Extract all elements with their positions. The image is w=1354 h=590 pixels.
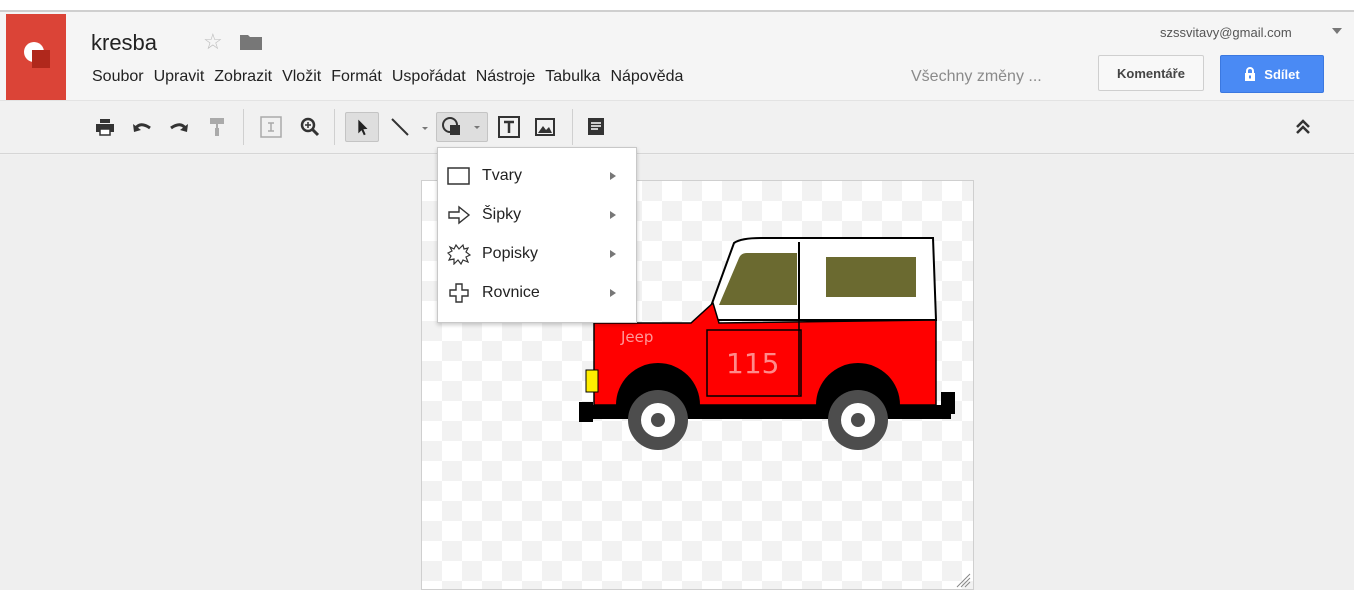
toolbar-separator	[334, 109, 335, 145]
save-status[interactable]: Všechny změny ...	[911, 68, 1042, 86]
shape-icon	[442, 117, 480, 135]
arrow-icon	[448, 205, 471, 225]
redo-icon[interactable]	[167, 112, 191, 142]
menu-tabulka[interactable]: Tabulka	[545, 68, 600, 86]
line-dropdown-icon[interactable]	[420, 112, 430, 142]
star-icon[interactable]: ☆	[203, 29, 223, 55]
document-title[interactable]: kresba	[91, 30, 157, 56]
submenu-arrow-icon	[610, 211, 616, 219]
plus-icon	[449, 283, 469, 303]
menu-nastroje[interactable]: Nástroje	[476, 68, 536, 86]
paint-format-icon[interactable]	[205, 112, 229, 142]
share-label: Sdílet	[1264, 66, 1300, 82]
comment-icon[interactable]	[584, 112, 608, 142]
shapes-menu-item-rovnice[interactable]: Rovnice	[438, 274, 636, 312]
zoom-icon[interactable]	[298, 112, 322, 142]
jeep-brand-text: Jeep	[620, 328, 653, 346]
fit-icon[interactable]	[257, 112, 285, 142]
menu-soubor[interactable]: Soubor	[92, 68, 144, 86]
shapes-menu-item-popisky[interactable]: Popisky	[438, 235, 636, 273]
jeep-number-text: 115	[726, 347, 779, 380]
textbox-icon[interactable]	[496, 112, 522, 142]
account-dropdown-icon[interactable]	[1332, 28, 1342, 34]
menu-zobrazit[interactable]: Zobrazit	[214, 68, 272, 86]
lock-icon	[1245, 67, 1256, 81]
print-icon[interactable]	[93, 112, 117, 142]
undo-icon[interactable]	[130, 112, 154, 142]
user-email[interactable]: szssvitavy@gmail.com	[1160, 25, 1292, 40]
select-icon	[358, 119, 368, 136]
shapes-menu-item-tvary[interactable]: Tvary	[438, 157, 636, 195]
shape-tool[interactable]	[436, 112, 488, 142]
shapes-menu-item-sipky[interactable]: Šipky	[438, 196, 636, 234]
toolbar-separator	[572, 109, 573, 145]
drawings-logo[interactable]	[6, 14, 66, 102]
submenu-arrow-icon	[610, 250, 616, 258]
canvas-resize-handle[interactable]	[955, 572, 971, 588]
menu-format[interactable]: Formát	[331, 68, 382, 86]
select-tool[interactable]	[345, 112, 379, 142]
top-line	[0, 0, 1354, 12]
folder-icon[interactable]	[240, 33, 262, 50]
toolbar	[0, 100, 1354, 154]
shapes-menu-label: Rovnice	[482, 284, 540, 301]
comments-button[interactable]: Komentáře	[1098, 55, 1204, 91]
menu-bar: Soubor Upravit Zobrazit Vložit Formát Us…	[92, 68, 693, 86]
collapse-icon[interactable]	[1291, 112, 1315, 142]
menu-upravit[interactable]: Upravit	[154, 68, 205, 86]
shapes-menu-label: Šipky	[482, 206, 522, 223]
shapes-dropdown-menu: Tvary Šipky Popisky Rovnice	[437, 147, 637, 323]
submenu-arrow-icon	[610, 172, 616, 180]
line-icon[interactable]	[388, 112, 412, 142]
shapes-menu-label: Tvary	[482, 167, 522, 184]
image-icon[interactable]	[533, 112, 557, 142]
shapes-menu-label: Popisky	[482, 245, 539, 262]
menu-usporadat[interactable]: Uspořádat	[392, 68, 466, 86]
share-button[interactable]: Sdílet	[1220, 55, 1324, 93]
toolbar-separator	[243, 109, 244, 145]
menu-vlozit[interactable]: Vložit	[282, 68, 321, 86]
rectangle-icon	[447, 167, 470, 185]
submenu-arrow-icon	[610, 289, 616, 297]
menu-napoveda[interactable]: Nápověda	[610, 68, 683, 86]
callout-icon	[447, 243, 471, 265]
